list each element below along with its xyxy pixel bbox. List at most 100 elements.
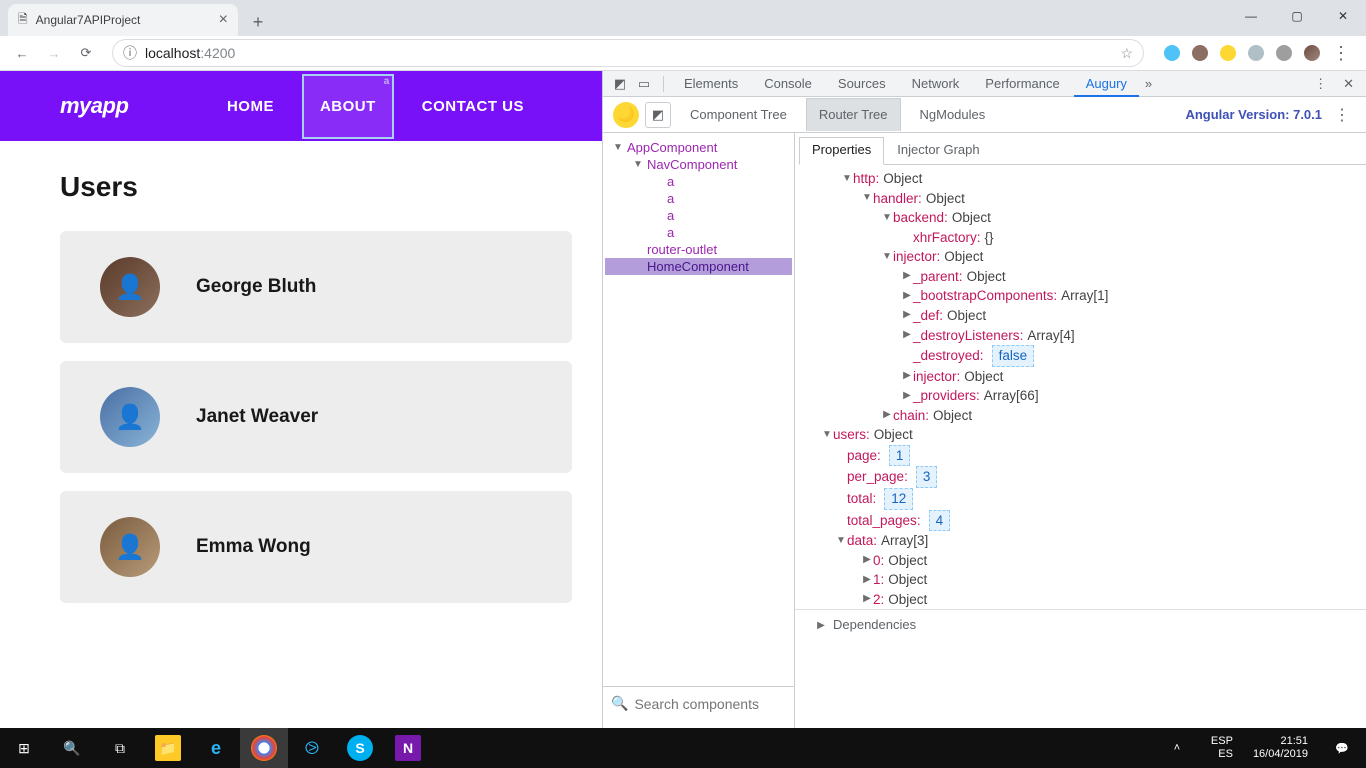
tree-node-a[interactable]: a	[605, 173, 792, 190]
browser-chrome: 🗎 Angular7APIProject × + — ▢ ✕ ← → ⟳ ⓘ l…	[0, 0, 1366, 71]
main-area: myapp HOME ABOUT CONTACT US Users 👤 Geor…	[0, 71, 1366, 728]
info-icon[interactable]: ⓘ	[123, 43, 137, 63]
search-button[interactable]: 🔍	[48, 728, 96, 768]
url-path: :4200	[200, 45, 235, 61]
file-explorer-icon[interactable]: 📁	[144, 728, 192, 768]
nav-about[interactable]: ABOUT	[302, 74, 394, 139]
app-logo: myapp	[60, 93, 128, 119]
augury-toolbar: 🌙 ◩ Component Tree Router Tree NgModules…	[603, 97, 1366, 133]
nav-links: HOME ABOUT CONTACT US	[209, 74, 542, 139]
clock[interactable]: 21:51 16/04/2019	[1243, 735, 1318, 761]
page-icon: 🗎	[18, 10, 28, 31]
extension-icons: ⋮	[1156, 43, 1358, 64]
augury-inspect-icon[interactable]: ◩	[645, 102, 671, 128]
extension-icon[interactable]	[1276, 45, 1292, 61]
language-indicator[interactable]: ESP ES	[1201, 735, 1243, 761]
reload-button[interactable]: ⟳	[72, 39, 100, 67]
bookmark-icon[interactable]: ☆	[1120, 45, 1133, 62]
properties-panel: Properties Injector Graph ▼http: Object …	[795, 133, 1366, 728]
user-name: Janet Weaver	[196, 406, 318, 428]
tab-properties[interactable]: Properties	[799, 137, 884, 165]
tab-elements[interactable]: Elements	[672, 71, 750, 97]
browser-toolbar: ← → ⟳ ⓘ localhost:4200 ☆ ⋮	[0, 36, 1366, 71]
tree-node-a[interactable]: a	[605, 190, 792, 207]
kebab-menu-icon[interactable]: ⋮	[1332, 43, 1350, 64]
tray-chevron-icon[interactable]: ˄	[1153, 728, 1201, 768]
theme-toggle-icon[interactable]: 🌙	[613, 102, 639, 128]
inspect-icon[interactable]: ◩	[609, 76, 631, 92]
new-tab-button[interactable]: +	[244, 8, 272, 36]
tab-strip: 🗎 Angular7APIProject × + — ▢ ✕	[0, 0, 1366, 36]
nav-contact[interactable]: CONTACT US	[404, 74, 542, 139]
start-button[interactable]: ⊞	[0, 728, 48, 768]
devtools-tabs: ◩ ▭ Elements Console Sources Network Per…	[603, 71, 1366, 97]
kebab-menu-icon[interactable]: ⋮	[1314, 76, 1327, 92]
properties-body[interactable]: ▼http: Object ▼handler: Object ▼backend:…	[795, 165, 1366, 728]
tab-router-tree[interactable]: Router Tree	[806, 98, 901, 131]
tree-node-a[interactable]: a	[605, 207, 792, 224]
window-controls: — ▢ ✕	[1228, 0, 1366, 32]
page-body: Users 👤 George Bluth 👤 Janet Weaver 👤 Em…	[0, 141, 602, 621]
dependencies-row[interactable]: ▶Dependencies	[795, 609, 1366, 641]
user-card[interactable]: 👤 Emma Wong	[60, 491, 572, 603]
user-name: Emma Wong	[196, 536, 311, 558]
task-view-button[interactable]: ⧉	[96, 728, 144, 768]
kebab-menu-icon[interactable]: ⋮	[1328, 105, 1356, 125]
angular-icon[interactable]	[1248, 45, 1264, 61]
chrome-icon[interactable]	[240, 728, 288, 768]
tab-sources[interactable]: Sources	[826, 71, 898, 97]
tab-injector-graph[interactable]: Injector Graph	[884, 137, 992, 164]
angular-version: Angular Version: 7.0.1	[1185, 107, 1322, 122]
profile-avatar[interactable]	[1304, 45, 1320, 61]
onenote-icon[interactable]: N	[384, 728, 432, 768]
app-viewport: myapp HOME ABOUT CONTACT US Users 👤 Geor…	[0, 71, 602, 728]
tree-node-router-outlet[interactable]: router-outlet	[605, 241, 792, 258]
address-bar[interactable]: ⓘ localhost:4200 ☆	[112, 39, 1144, 67]
user-card[interactable]: 👤 Janet Weaver	[60, 361, 572, 473]
tree-node-app[interactable]: ▼AppComponent	[605, 139, 792, 156]
component-tree-panel: ▼AppComponent ▼NavComponent a a a a rout…	[603, 133, 795, 728]
more-tabs-icon[interactable]: »	[1145, 76, 1152, 91]
avatar: 👤	[100, 257, 160, 317]
tab-ngmodules[interactable]: NgModules	[907, 98, 999, 131]
tab-network[interactable]: Network	[900, 71, 972, 97]
device-toggle-icon[interactable]: ▭	[633, 76, 655, 92]
extension-icon[interactable]	[1220, 45, 1236, 61]
minimize-button[interactable]: —	[1228, 0, 1274, 32]
avatar: 👤	[100, 517, 160, 577]
browser-tab[interactable]: 🗎 Angular7APIProject ×	[8, 4, 238, 36]
tree-content: ▼AppComponent ▼NavComponent a a a a rout…	[603, 133, 794, 686]
tree-node-home[interactable]: HomeComponent	[605, 258, 792, 275]
extension-icon[interactable]	[1192, 45, 1208, 61]
properties-tabs: Properties Injector Graph	[799, 137, 1366, 165]
tree-node-a[interactable]: a	[605, 224, 792, 241]
avatar: 👤	[100, 387, 160, 447]
tree-node-nav[interactable]: ▼NavComponent	[605, 156, 792, 173]
app-header: myapp HOME ABOUT CONTACT US	[0, 71, 602, 141]
component-search[interactable]: 🔍	[603, 686, 794, 728]
tab-augury[interactable]: Augury	[1074, 71, 1139, 97]
separator	[663, 76, 664, 92]
back-button[interactable]: ←	[8, 39, 36, 67]
tab-component-tree[interactable]: Component Tree	[677, 98, 800, 131]
tab-performance[interactable]: Performance	[973, 71, 1071, 97]
search-input[interactable]	[634, 696, 786, 712]
close-icon[interactable]: ×	[219, 11, 228, 29]
forward-button[interactable]: →	[40, 39, 68, 67]
close-window-button[interactable]: ✕	[1320, 0, 1366, 32]
maximize-button[interactable]: ▢	[1274, 0, 1320, 32]
augury-body: ▼AppComponent ▼NavComponent a a a a rout…	[603, 133, 1366, 728]
user-card[interactable]: 👤 George Bluth	[60, 231, 572, 343]
notifications-icon[interactable]: 💬	[1318, 728, 1366, 768]
edge-icon[interactable]: e	[192, 728, 240, 768]
search-icon: 🔍	[611, 695, 628, 712]
devtools: ◩ ▭ Elements Console Sources Network Per…	[602, 71, 1366, 728]
taskbar: ⊞ 🔍 ⧉ 📁 e ⧁ S N ˄ ESP ES 21:51 16/04/201…	[0, 728, 1366, 768]
nav-home[interactable]: HOME	[209, 74, 292, 139]
tab-console[interactable]: Console	[752, 71, 824, 97]
vscode-icon[interactable]: ⧁	[288, 728, 336, 768]
skype-icon[interactable]: S	[336, 728, 384, 768]
extension-icon[interactable]	[1164, 45, 1180, 61]
taskbar-right: ˄ ESP ES 21:51 16/04/2019 💬	[1153, 728, 1366, 768]
close-devtools-icon[interactable]: ✕	[1337, 76, 1360, 92]
